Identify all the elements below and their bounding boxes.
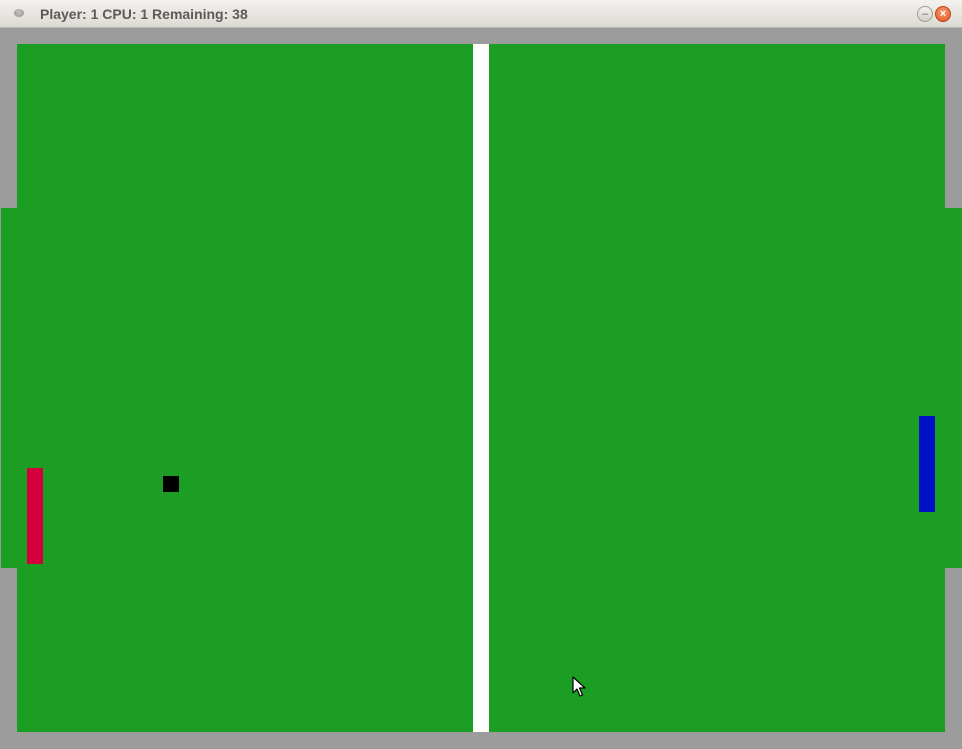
minimize-icon: – <box>921 8 929 20</box>
minimize-button[interactable]: – <box>917 6 933 22</box>
left-goal-opening <box>1 208 17 568</box>
center-net <box>473 44 489 732</box>
close-button[interactable]: × <box>935 6 951 22</box>
game-window: Player: 1 CPU: 1 Remaining: 38 – × <box>0 0 962 749</box>
player-paddle[interactable] <box>27 468 43 564</box>
mouse-pointer-icon <box>572 676 586 697</box>
title-bar[interactable]: Player: 1 CPU: 1 Remaining: 38 – × <box>0 0 962 28</box>
window-title: Player: 1 CPU: 1 Remaining: 38 <box>40 6 248 22</box>
ball <box>163 476 179 492</box>
cpu-paddle <box>919 416 935 512</box>
close-icon: × <box>939 8 947 20</box>
right-goal-opening <box>945 208 962 568</box>
window-menu-icon[interactable] <box>14 9 24 17</box>
